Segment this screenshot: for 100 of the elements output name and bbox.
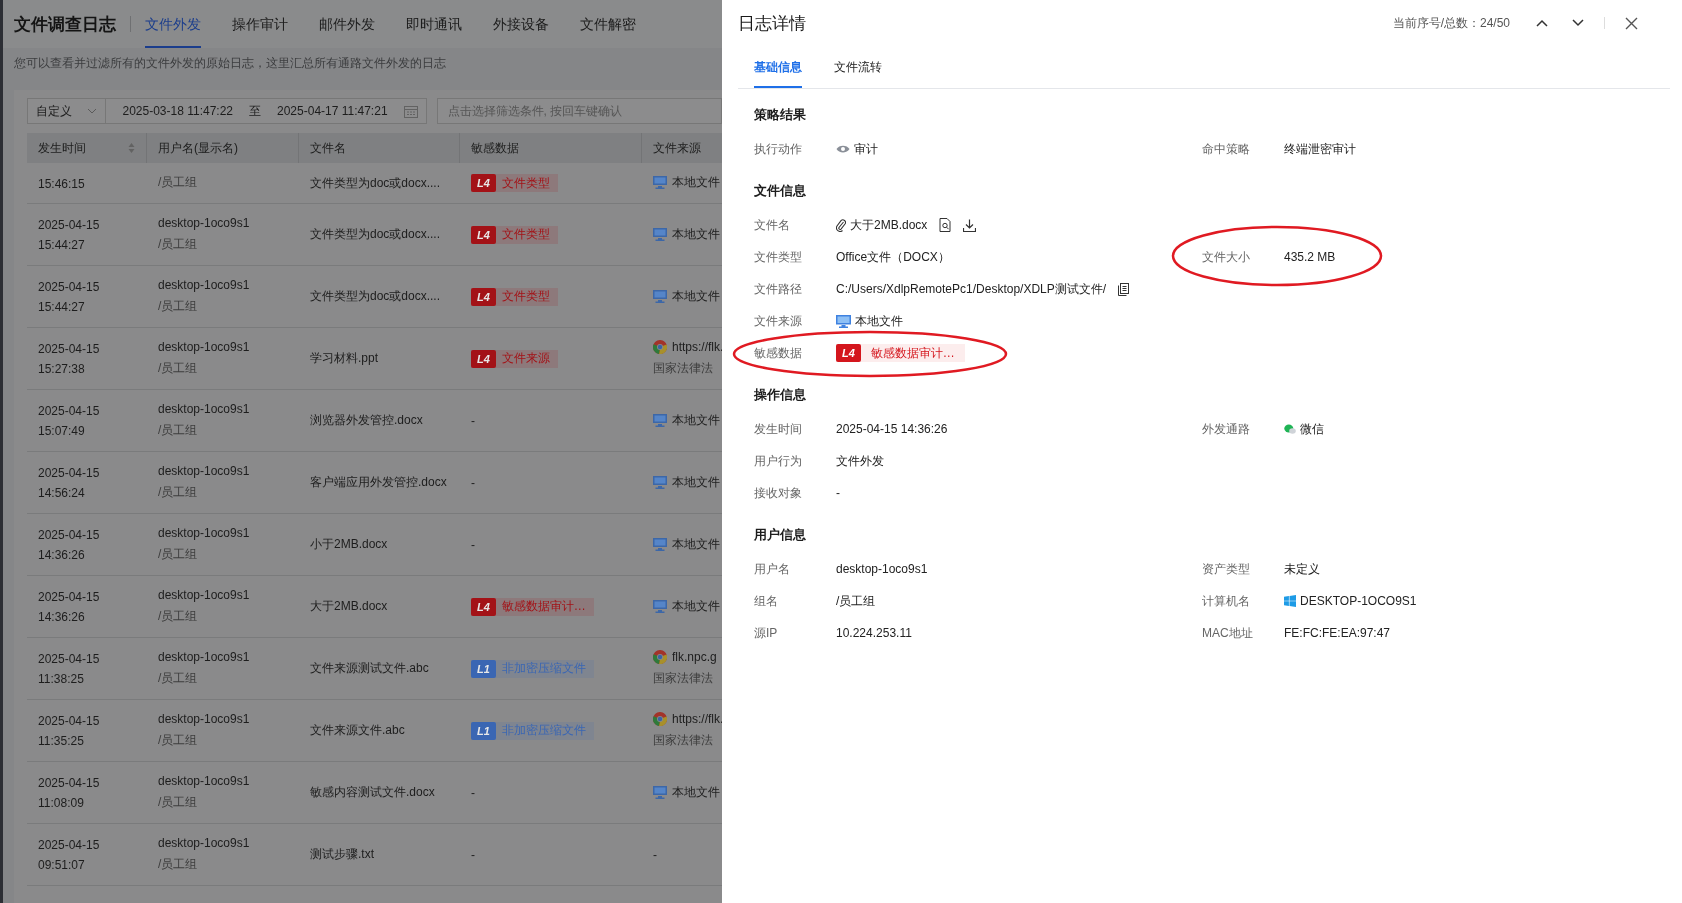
monitor-icon [653, 786, 667, 799]
range-separator: 至 [249, 102, 261, 120]
chevron-up-icon[interactable] [1536, 19, 1548, 27]
table-cell: 本地文件 [672, 474, 720, 491]
table-cell-text: desktop-1oco9s1 [158, 464, 251, 478]
field-label: 用户行为 [754, 452, 803, 470]
table-cell-text: /员工组 [158, 298, 199, 315]
record-counter: 当前序号/总数：24/50 [1392, 14, 1510, 32]
table-cell-text: 国家法律法 [653, 670, 714, 687]
eye-icon [836, 143, 850, 155]
paperclip-icon [836, 218, 846, 232]
table-cell-text: /员工组 [158, 484, 199, 501]
table-cell: 本地文件 [672, 598, 720, 615]
table-cell-text: 2025-04-15 [38, 775, 101, 790]
table-cell: 本地文件 [672, 784, 720, 801]
sensitivity-tag: L4 文件类型 [471, 174, 558, 192]
table-cell-text: 国家法律法 [653, 732, 714, 749]
column-header: 文件名 [310, 139, 346, 157]
field-label: 文件类型 [754, 248, 803, 266]
table-cell-text: 敏感内容测试文件.docx [310, 784, 436, 801]
table-cell-text: desktop-1oco9s1 [158, 836, 251, 850]
detail-tab[interactable]: 文件流转 [834, 59, 882, 88]
column-header: 发生时间 [38, 139, 86, 157]
field-label: 文件来源 [754, 312, 803, 330]
monitor-icon [653, 414, 667, 427]
table-cell-text: desktop-1oco9s1 [158, 588, 251, 602]
table-cell-text: - [471, 475, 476, 490]
field-value: 文件外发 [836, 452, 884, 470]
field-value: /员工组 [836, 592, 876, 610]
date-range-field[interactable]: 2025-03-18 11:47:22 至 2025-04-17 11:47:21 [106, 98, 427, 124]
copy-icon[interactable] [1118, 282, 1130, 296]
field-label: 接收对象 [754, 484, 803, 502]
field-value: FE:FC:FE:EA:97:47 [1284, 626, 1391, 640]
table-cell-text: /员工组 [158, 174, 199, 191]
column-header: 用户名(显示名) [158, 139, 238, 157]
nav-tab[interactable]: 操作审计 [232, 0, 288, 48]
section-title: 用户信息 [754, 526, 807, 544]
table-cell-text: /员工组 [158, 608, 199, 625]
section-title: 操作信息 [754, 386, 807, 404]
table-cell-text: 文件来源测试文件.abc [310, 660, 430, 677]
field-label: 执行动作 [754, 140, 803, 158]
table-cell-text: /员工组 [158, 546, 199, 563]
field-label: 文件名 [754, 216, 791, 234]
nav-tab[interactable]: 外接设备 [493, 0, 549, 48]
field-label: 命中策略 [1202, 140, 1251, 158]
table-cell-text: 国家法律法 [653, 360, 714, 377]
download-icon[interactable] [963, 218, 977, 232]
detail-tab[interactable]: 基础信息 [754, 59, 802, 88]
browser-icon [653, 650, 667, 664]
field-label: 用户名 [754, 560, 791, 578]
monitor-icon [653, 228, 667, 241]
range-type-select[interactable]: 自定义 [27, 98, 107, 124]
monitor-icon [653, 290, 667, 303]
end-date: 2025-04-17 11:47:21 [277, 104, 388, 118]
table-cell-text: 2025-04-15 [38, 713, 101, 728]
field-value: desktop-1oco9s1 [836, 562, 928, 576]
nav-tab[interactable]: 即时通讯 [406, 0, 462, 48]
table-cell-text: - [471, 413, 476, 428]
table-cell-text: desktop-1oco9s1 [158, 526, 251, 540]
table-cell: https://flk. [672, 340, 722, 354]
table-cell-text: 11:38:25 [38, 671, 85, 686]
sensitivity-tag: L4 文件类型 [471, 225, 558, 244]
table-cell-text: 15:07:49 [38, 423, 86, 438]
table-cell-text: 测试步骤.txt [310, 846, 375, 863]
monitor-icon [836, 314, 851, 328]
sensitivity-tag: L4 敏感数据审计… [471, 597, 594, 616]
monitor-icon [653, 538, 667, 551]
chevron-down-icon[interactable] [1572, 19, 1584, 27]
sensitivity-tag: L4 文件来源 [471, 349, 558, 368]
file-preview-icon[interactable] [939, 218, 952, 232]
field-label: 文件大小 [1202, 248, 1251, 266]
browser-icon [653, 712, 667, 726]
table-cell-text: 2025-04-15 [38, 589, 101, 604]
table-cell-text: 文件类型为doc或docx.... [310, 288, 442, 305]
field-label: 计算机名 [1202, 592, 1251, 610]
table-cell-text: 2025-04-15 [38, 651, 101, 666]
field-label: 敏感数据 [754, 344, 803, 362]
table-cell-text: /员工组 [158, 856, 199, 873]
field-label: 发生时间 [754, 420, 803, 438]
table-cell-text: 14:36:26 [38, 609, 86, 624]
table-cell-text: /员工组 [158, 670, 199, 687]
table-cell-text: /员工组 [158, 732, 199, 749]
table-cell-text: 小于2MB.docx [310, 536, 389, 553]
browser-icon [653, 340, 667, 354]
nav-tab[interactable]: 邮件外发 [319, 0, 375, 48]
table-cell-text: 2025-04-15 [38, 527, 101, 542]
table-cell-text: desktop-1oco9s1 [158, 216, 251, 230]
chat-bubble-icon [1284, 423, 1296, 435]
table-cell-text: 2025-04-15 [38, 341, 101, 356]
table-cell-text: 文件类型为doc或docx.... [310, 174, 442, 192]
table-cell-text: /员工组 [158, 794, 199, 811]
table-cell-text: 文件来源文件.abc [310, 722, 406, 739]
table-cell: 本地文件 [672, 174, 720, 191]
table-cell-text: 文件类型为doc或docx.... [310, 226, 442, 243]
field-value: C:/Users/XdlpRemotePc1/Desktop/XDLP测试文件/ [836, 280, 1107, 298]
nav-tab[interactable]: 文件解密 [580, 0, 636, 48]
nav-tab[interactable]: 文件外发 [145, 0, 201, 48]
start-date: 2025-03-18 11:47:22 [122, 104, 233, 118]
close-icon[interactable] [1625, 16, 1638, 30]
field-label: 组名 [754, 592, 779, 610]
